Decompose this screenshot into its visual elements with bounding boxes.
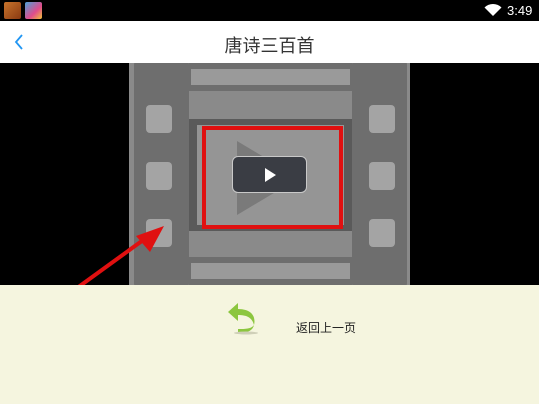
status-bar: 3:49 — [0, 0, 539, 21]
highlight-box — [202, 126, 343, 229]
app-notification-icon — [25, 2, 42, 19]
wifi-icon — [484, 3, 502, 16]
undo-arrow-icon — [228, 303, 258, 335]
video-player[interactable] — [0, 63, 539, 285]
page-title: 唐诗三百首 — [224, 36, 315, 57]
return-previous-page-button[interactable]: 返回上一页 — [224, 299, 374, 343]
title-bar: 唐诗三百首 — [0, 21, 539, 63]
screen: 3:49 唐诗三百首 返回上一页 — [0, 0, 539, 404]
app-notification-icon — [4, 2, 21, 19]
return-label: 返回上一页 — [296, 321, 357, 335]
status-time: 3:49 — [507, 3, 533, 18]
bottom-panel: 返回上一页 — [0, 285, 539, 404]
